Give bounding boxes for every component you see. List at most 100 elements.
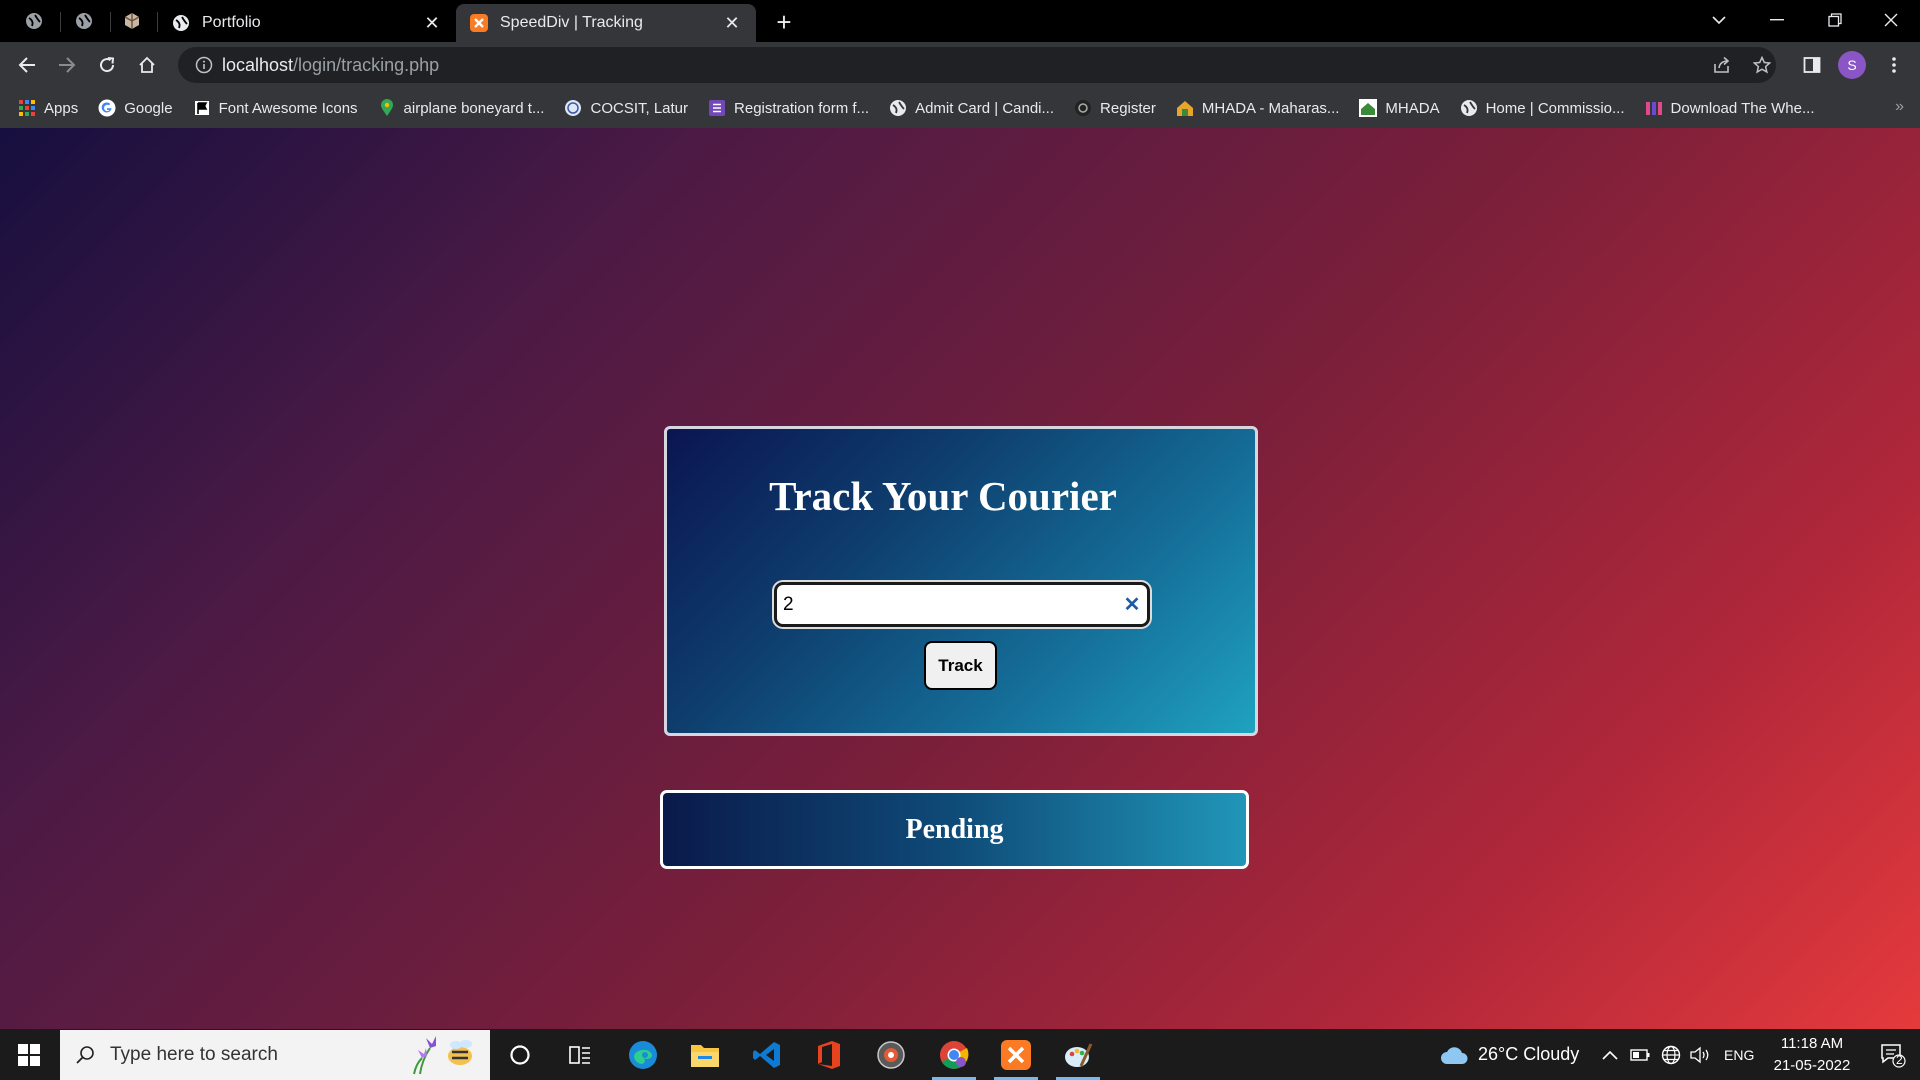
bookmark-home-commission[interactable]: Home | Commissio... xyxy=(1460,99,1625,117)
cloud-icon xyxy=(1441,1046,1468,1064)
weather-text: 26°C Cloudy xyxy=(1478,1044,1580,1064)
volume-tray[interactable] xyxy=(1690,1029,1712,1080)
mhada-icon xyxy=(1359,99,1378,117)
weather-widget[interactable]: 26°C Cloudy xyxy=(1440,1029,1579,1080)
bookmark-star-icon[interactable] xyxy=(1744,47,1780,83)
folder-icon xyxy=(691,1044,719,1067)
bookmarks-bar: Apps Google Font Awesome Icons airplane … xyxy=(0,88,1920,128)
pinned-tab-globe[interactable] xyxy=(12,6,56,36)
reload-button[interactable] xyxy=(91,49,123,81)
taskbar-file-explorer[interactable] xyxy=(675,1029,735,1080)
close-icon[interactable]: ✕ xyxy=(722,13,742,33)
bookmark-label: Download The Whe... xyxy=(1670,99,1815,117)
search-highlight-illustration xyxy=(413,1036,472,1075)
tab-speeddiv-tracking[interactable]: SpeedDiv | Tracking ✕ xyxy=(456,4,756,42)
input-language[interactable]: ENG xyxy=(1724,1029,1754,1080)
college-icon xyxy=(564,99,582,117)
download-site-icon xyxy=(1645,99,1663,117)
minimize-button[interactable] xyxy=(1748,0,1806,40)
bookmark-registration-form[interactable]: Registration form f... xyxy=(708,99,869,117)
browser-menu-button[interactable] xyxy=(1878,49,1910,81)
bookmark-label: airplane boneyard t... xyxy=(403,99,545,117)
profile-avatar[interactable]: S xyxy=(1838,51,1866,79)
taskbar-media-app[interactable] xyxy=(861,1029,921,1080)
speaker-icon xyxy=(1690,1046,1709,1063)
close-window-button[interactable] xyxy=(1862,0,1920,40)
google-icon xyxy=(98,99,116,117)
forward-arrow-icon xyxy=(59,57,76,73)
back-arrow-icon xyxy=(18,57,35,73)
windows-taskbar: Type here to search 26°C Cloudy ENG 11:1… xyxy=(0,1029,1920,1080)
taskbar-edge[interactable] xyxy=(613,1029,673,1080)
address-bar[interactable]: localhost/login/tracking.php xyxy=(178,47,1776,83)
clear-input-icon[interactable]: ✕ xyxy=(1123,594,1141,616)
bookmark-mhada-maharashtra[interactable]: MHADA - Maharas... xyxy=(1176,99,1339,117)
close-icon[interactable]: ✕ xyxy=(422,13,442,33)
taskbar-paint[interactable] xyxy=(1048,1029,1108,1080)
restore-button[interactable] xyxy=(1806,0,1864,40)
bookmark-label: Google xyxy=(124,99,173,117)
show-hidden-icons[interactable] xyxy=(1602,1029,1618,1080)
bookmark-register[interactable]: Register xyxy=(1074,99,1156,117)
taskbar-search-box[interactable]: Type here to search xyxy=(60,1030,490,1080)
bookmark-label: MHADA xyxy=(1385,99,1440,117)
restore-icon xyxy=(1828,13,1842,27)
url-text: localhost/login/tracking.php xyxy=(222,55,439,76)
tracking-id-input[interactable] xyxy=(783,593,1123,616)
tab-separator xyxy=(60,12,61,32)
track-button[interactable]: Track xyxy=(924,641,997,690)
office-icon xyxy=(818,1040,840,1069)
bookmarks-overflow-icon[interactable]: » xyxy=(1895,98,1904,116)
battery-tray[interactable] xyxy=(1630,1029,1650,1080)
network-tray[interactable] xyxy=(1661,1029,1681,1080)
tab-search-button[interactable] xyxy=(1690,0,1748,40)
bookmark-label: COCSIT, Latur xyxy=(590,99,689,117)
notification-center-button[interactable]: 2 xyxy=(1866,1029,1920,1080)
chrome-icon xyxy=(940,1040,969,1069)
status-text: Pending xyxy=(905,813,1004,845)
mhada-icon xyxy=(1176,99,1194,117)
apps-grid-icon xyxy=(18,99,36,117)
browser-toolbar: localhost/login/tracking.php S xyxy=(0,42,1920,88)
forward-button[interactable] xyxy=(51,49,83,81)
page-title: Track Your Courier xyxy=(769,473,1117,519)
edge-icon xyxy=(629,1040,657,1069)
bookmark-mhada[interactable]: MHADA xyxy=(1359,99,1440,117)
site-info-icon[interactable] xyxy=(186,56,222,74)
side-panel-button[interactable] xyxy=(1796,49,1828,81)
bookmark-google[interactable]: Google xyxy=(98,99,173,117)
xampp-icon xyxy=(1001,1039,1031,1070)
home-button[interactable] xyxy=(131,49,163,81)
bookmark-airplane-boneyard[interactable]: airplane boneyard t... xyxy=(378,99,545,117)
task-view-button[interactable] xyxy=(550,1029,610,1080)
tab-portfolio[interactable]: Portfolio ✕ xyxy=(158,4,456,42)
chevron-down-icon xyxy=(1712,16,1726,25)
globe-icon xyxy=(1460,99,1478,117)
taskbar-xampp[interactable] xyxy=(986,1029,1046,1080)
taskbar-vscode[interactable] xyxy=(737,1029,797,1080)
flag-icon xyxy=(193,99,211,117)
taskbar-office[interactable] xyxy=(799,1029,859,1080)
taskbar-clock[interactable]: 11:18 AM 21-05-2022 xyxy=(1760,1033,1864,1077)
bookmark-label: Apps xyxy=(44,99,79,117)
bookmark-font-awesome[interactable]: Font Awesome Icons xyxy=(193,99,358,117)
notification-count: 2 xyxy=(1896,1053,1903,1067)
new-tab-button[interactable]: + xyxy=(770,7,798,37)
bookmark-admit-card[interactable]: Admit Card | Candi... xyxy=(889,99,1054,117)
bookmark-apps[interactable]: Apps xyxy=(18,99,78,117)
tracking-status-box: Pending xyxy=(660,790,1249,869)
pinned-tab-globe-2[interactable] xyxy=(62,6,106,36)
back-button[interactable] xyxy=(11,49,43,81)
bookmark-cocsit[interactable]: COCSIT, Latur xyxy=(564,99,688,117)
bookmark-download-the-whe[interactable]: Download The Whe... xyxy=(1645,99,1815,117)
clock-date: 21-05-2022 xyxy=(1773,1057,1851,1074)
reload-icon xyxy=(100,57,115,73)
close-icon xyxy=(1884,13,1898,27)
cortana-button[interactable] xyxy=(490,1029,550,1080)
pinned-tab-box[interactable] xyxy=(110,6,154,36)
form-icon xyxy=(708,99,726,117)
start-button[interactable] xyxy=(0,1029,58,1080)
taskbar-chrome[interactable] xyxy=(924,1029,984,1080)
share-icon[interactable] xyxy=(1704,47,1740,83)
globe-icon xyxy=(26,13,42,29)
